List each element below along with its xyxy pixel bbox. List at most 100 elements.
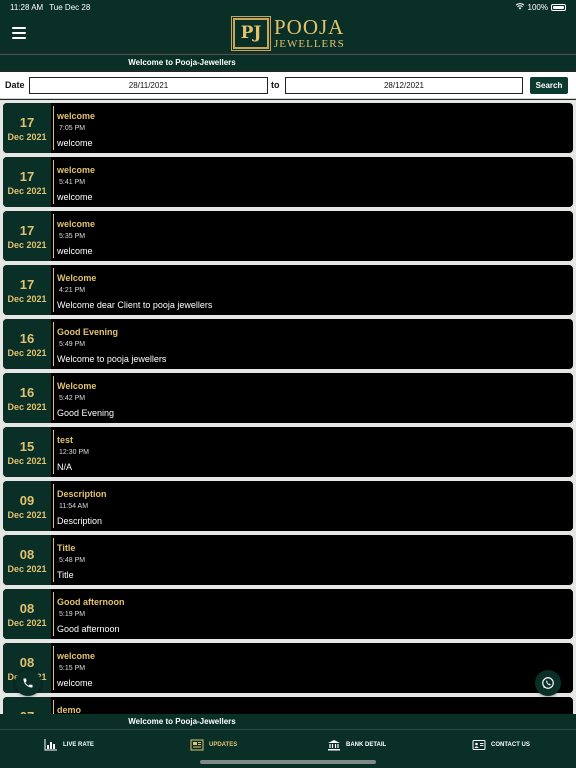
update-message: Good Evening <box>57 408 115 418</box>
update-title: test <box>57 435 74 445</box>
update-title: Welcome <box>57 273 97 283</box>
brand-logo: PJ POOJA JEWELLERS <box>231 14 345 51</box>
battery-icon <box>551 3 566 11</box>
logo-line2: JEWELLERS <box>274 37 345 50</box>
update-time: 5:42 PM <box>59 395 86 402</box>
whatsapp-button[interactable] <box>535 670 561 696</box>
date-day: 16 <box>19 385 35 400</box>
logo-line1: POOJA <box>274 14 345 39</box>
to-label: to <box>271 80 280 90</box>
tab-label: UPDATES <box>209 742 238 748</box>
date-day: 15 <box>19 439 35 454</box>
date-badge: 09 Dec 2021 <box>3 481 51 531</box>
date-badge: 16 Dec 2021 <box>3 373 51 423</box>
welcome-text: Welcome to Pooja-Jewellers <box>128 717 236 726</box>
date-month: Dec 2021 <box>7 348 47 358</box>
list-item[interactable]: 07 demo <box>3 697 573 714</box>
list-item[interactable]: 08 Dec 2021 welcome 5:15 PM welcome <box>3 643 573 693</box>
date-month: Dec 2021 <box>7 132 47 142</box>
search-button[interactable]: Search <box>530 77 568 94</box>
tab-label: CONTACT US <box>491 742 530 748</box>
update-message: Title <box>57 570 74 580</box>
tab-updates[interactable]: UPDATES <box>190 737 237 753</box>
date-day: 09 <box>19 493 35 508</box>
list-item[interactable]: 08 Dec 2021 Good afternoon 5:19 PM Good … <box>3 589 573 639</box>
bar-chart-icon <box>44 739 57 751</box>
update-title: demo <box>57 705 82 714</box>
update-title: Good afternoon <box>57 597 125 607</box>
date-badge: 17 Dec 2021 <box>3 265 51 315</box>
update-time: 7:05 PM <box>59 125 86 132</box>
update-time: 5:15 PM <box>59 665 86 672</box>
hamburger-menu-icon[interactable] <box>12 27 26 39</box>
date-badge: 17 Dec 2021 <box>3 157 51 207</box>
date-filter-bar: Date 28/11/2021 to 28/12/2021 Search <box>0 72 576 99</box>
tab-bank-detail[interactable]: BANK DETAIL <box>327 737 386 753</box>
date-day: 17 <box>19 223 35 238</box>
list-item[interactable]: 17 Dec 2021 Welcome 4:21 PM Welcome dear… <box>3 265 573 315</box>
date-label: Date <box>5 80 25 90</box>
contact-card-icon <box>472 740 486 750</box>
card-divider <box>53 484 54 528</box>
list-item[interactable]: 17 Dec 2021 welcome 5:35 PM welcome <box>3 211 573 261</box>
update-title: welcome <box>57 111 96 121</box>
logo-wordmark: POOJA JEWELLERS <box>274 14 345 50</box>
card-divider <box>53 214 54 258</box>
date-day: 17 <box>19 115 35 130</box>
card-divider <box>53 268 54 312</box>
update-message: welcome <box>57 678 93 688</box>
status-bar: 11:28 AM Tue Dec 28 100% <box>0 0 576 14</box>
phone-icon <box>23 678 33 688</box>
list-item[interactable]: 17 Dec 2021 welcome 7:05 PM welcome <box>3 103 573 153</box>
welcome-text: Welcome to Pooja-Jewellers <box>128 58 236 67</box>
update-title: Title <box>57 543 76 553</box>
update-message: Welcome to pooja jewellers <box>57 354 167 364</box>
card-divider <box>53 106 54 150</box>
list-item[interactable]: 16 Dec 2021 Welcome 5:42 PM Good Evening <box>3 373 573 423</box>
update-message: welcome <box>57 192 93 202</box>
update-time: 5:41 PM <box>59 179 86 186</box>
update-time: 5:49 PM <box>59 341 86 348</box>
card-divider <box>53 592 54 636</box>
tab-label: LIVE RATE <box>63 742 94 748</box>
list-item[interactable]: 09 Dec 2021 Description 11:54 AM Descrip… <box>3 481 573 531</box>
home-indicator <box>200 760 376 764</box>
update-title: Good Evening <box>57 327 119 337</box>
date-day: 08 <box>19 601 35 616</box>
welcome-marquee-top: Welcome to Pooja-Jewellers <box>0 54 576 70</box>
status-time: 11:28 AM <box>10 2 44 12</box>
whatsapp-icon <box>542 677 554 689</box>
call-button[interactable] <box>15 670 41 696</box>
update-title: welcome <box>57 219 96 229</box>
date-day: 17 <box>19 169 35 184</box>
list-item[interactable]: 15 Dec 2021 test 12:30 PM N/A <box>3 427 573 477</box>
date-month: Dec 2021 <box>7 186 47 196</box>
to-date-input[interactable]: 28/12/2021 <box>285 77 523 94</box>
update-message: Good afternoon <box>57 624 120 634</box>
date-badge: 16 Dec 2021 <box>3 319 51 369</box>
date-day: 17 <box>19 277 35 292</box>
list-item[interactable]: 17 Dec 2021 welcome 5:41 PM welcome <box>3 157 573 207</box>
update-message: N/A <box>57 462 73 472</box>
date-month: Dec 2021 <box>7 402 47 412</box>
date-day: 08 <box>19 655 35 670</box>
card-divider <box>53 376 54 420</box>
list-item[interactable]: 08 Dec 2021 Title 5:48 PM Title <box>3 535 573 585</box>
tab-label: BANK DETAIL <box>346 742 387 748</box>
date-day: 16 <box>19 331 35 346</box>
date-badge: 17 Dec 2021 <box>3 211 51 261</box>
update-message: Welcome dear Client to pooja jewellers <box>57 300 213 310</box>
tab-contact-us[interactable]: CONTACT US <box>472 737 530 753</box>
update-time: 4:21 PM <box>59 287 86 294</box>
date-month: Dec 2021 <box>7 618 47 628</box>
list-item[interactable]: 16 Dec 2021 Good Evening 5:49 PM Welcome… <box>3 319 573 369</box>
from-date-input[interactable]: 28/11/2021 <box>29 77 268 94</box>
tab-live-rate[interactable]: LIVE RATE <box>44 737 94 753</box>
update-time: 5:19 PM <box>59 611 86 618</box>
updates-list[interactable]: 17 Dec 2021 welcome 7:05 PM welcome 17 D… <box>0 100 576 714</box>
card-divider <box>53 322 54 366</box>
card-divider <box>53 160 54 204</box>
date-badge: 15 Dec 2021 <box>3 427 51 477</box>
update-time: 5:35 PM <box>59 233 86 240</box>
update-message: welcome <box>57 246 93 256</box>
